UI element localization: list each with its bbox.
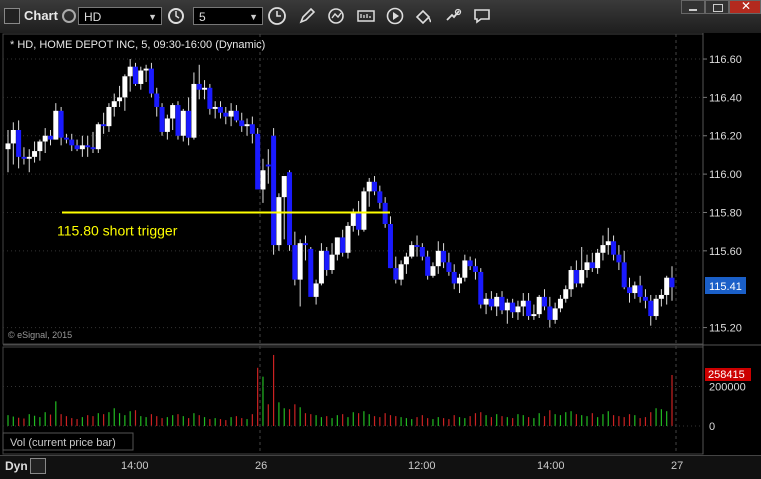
- close-icon: ✕: [741, 0, 752, 13]
- maximize-button[interactable]: [705, 0, 729, 14]
- chevron-down-icon: ▼: [148, 12, 157, 22]
- candle: [287, 170, 293, 251]
- volume-tick-label: 0: [709, 421, 715, 433]
- pencil-icon[interactable]: [297, 6, 317, 26]
- candle: [271, 128, 277, 255]
- last-price-value: 115.41: [709, 281, 742, 293]
- price-tick-label: 115.20: [709, 323, 742, 335]
- chart-header: * HD, HOME DEPOT INC, 5, 09:30-16:00 (Dy…: [10, 39, 265, 51]
- window-title: Chart: [24, 8, 58, 23]
- clock-settings-icon[interactable]: [166, 6, 186, 26]
- link-icon[interactable]: [62, 9, 76, 23]
- time-tick-label: 27: [671, 460, 684, 472]
- time-tick-label: 26: [255, 460, 268, 472]
- price-tick-label: 116.40: [709, 92, 742, 104]
- price-tick-label: 115.60: [709, 246, 742, 258]
- symbol-input[interactable]: HD ▼: [78, 7, 162, 25]
- close-button[interactable]: ✕: [729, 0, 761, 14]
- short-trigger-label: 115.80 short trigger: [57, 222, 178, 238]
- candle: [387, 216, 393, 269]
- cursor-icon[interactable]: [326, 6, 346, 26]
- candle: [276, 193, 282, 251]
- time-axis-bar: Dyn 14:00 26 12:00 14:00 27: [0, 455, 761, 479]
- candle: [255, 128, 261, 190]
- price-tick-label: 115.80: [709, 207, 742, 219]
- price-tick-label: 116.00: [709, 169, 742, 181]
- time-tick-label: 12:00: [408, 460, 436, 472]
- volume-tick-label: 200000: [709, 382, 746, 394]
- candle: [308, 247, 314, 297]
- dynamic-mode-label: Dyn: [5, 459, 28, 473]
- play-icon[interactable]: [385, 6, 405, 26]
- candle: [478, 268, 484, 309]
- volume-study-label: Vol (current price bar): [10, 437, 116, 449]
- price-chart[interactable]: 115.80 short trigger * HD, HOME DEPOT IN…: [0, 33, 761, 455]
- lock-icon[interactable]: [30, 458, 46, 474]
- candle: [159, 103, 165, 136]
- copyright-text: © eSignal, 2015: [8, 330, 72, 340]
- clock-icon[interactable]: [267, 6, 287, 26]
- candle: [361, 187, 367, 232]
- chart-config-icon[interactable]: [356, 6, 376, 26]
- candle: [175, 101, 181, 140]
- price-tick-label: 116.20: [709, 131, 742, 143]
- time-tick-label: 14:00: [537, 460, 565, 472]
- crosshair-icon[interactable]: [443, 6, 463, 26]
- fill-icon[interactable]: [414, 6, 434, 26]
- symbol-value: HD: [84, 10, 102, 24]
- comment-icon[interactable]: [472, 6, 492, 26]
- interval-value: 5: [199, 10, 206, 24]
- time-tick-label: 14:00: [121, 460, 149, 472]
- minimize-button[interactable]: [681, 0, 705, 14]
- chart-toolbar: Chart HD ▼ 5 ▼ ✕: [0, 0, 761, 34]
- volume-last-value: 258415: [708, 369, 745, 381]
- chart-app-icon[interactable]: [4, 8, 20, 24]
- chevron-down-icon: ▼: [249, 12, 258, 22]
- price-tick-label: 116.60: [709, 54, 742, 66]
- interval-input[interactable]: 5 ▼: [193, 7, 263, 25]
- candle: [95, 122, 101, 154]
